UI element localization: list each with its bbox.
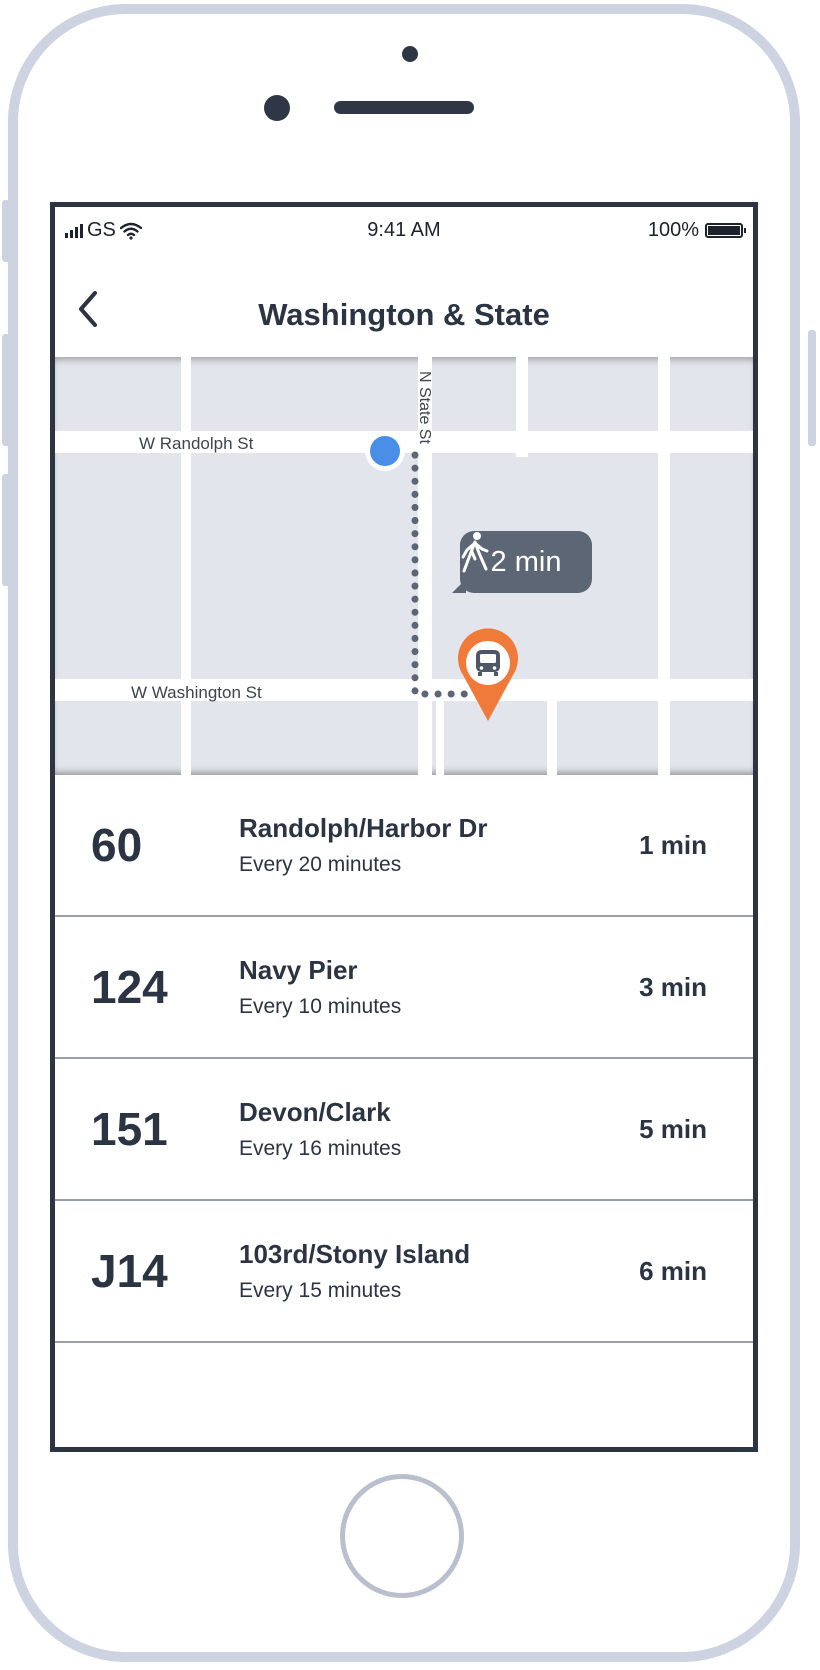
battery-percent: 100% — [647, 219, 699, 241]
street-label-randolph: W Randolph St — [139, 434, 254, 453]
status-right: 100% — [647, 219, 746, 242]
road-avenue-4 — [658, 357, 670, 775]
route-eta: 6 min — [639, 1256, 707, 1286]
route-name: Devon/Clark — [239, 1097, 391, 1127]
status-bar: GS 9:41 AM 100% — [55, 207, 753, 257]
walk-time-label: 2 min — [490, 545, 562, 578]
page-title: Washington & State — [258, 297, 550, 332]
earpiece-speaker — [334, 101, 474, 114]
route-row[interactable]: 124 Navy Pier Every 10 minutes 3 min — [55, 917, 753, 1059]
route-number: 60 — [91, 819, 143, 871]
street-label-washington: W Washington St — [131, 683, 262, 702]
power-button — [808, 330, 816, 446]
route-number: 151 — [91, 1103, 168, 1155]
home-button[interactable] — [340, 1474, 464, 1598]
route-number: 124 — [91, 961, 168, 1013]
road-alley-2 — [547, 701, 557, 775]
mute-switch — [2, 200, 10, 262]
street-label-state: N State St — [416, 371, 433, 444]
route-list: 60 Randolph/Harbor Dr Every 20 minutes 1 mi… — [55, 775, 753, 1343]
screen: GS 9:41 AM 100% Washington & State W Ran… — [50, 202, 758, 1452]
route-eta: 1 min — [639, 830, 707, 860]
user-location-dot — [370, 436, 400, 466]
battery-fill — [708, 226, 740, 235]
route-frequency: Every 15 minutes — [239, 1279, 402, 1302]
route-name: Randolph/Harbor Dr — [239, 813, 488, 843]
proximity-sensor — [402, 46, 418, 62]
map-view[interactable]: W Randolph St W Washington St N State St — [55, 357, 753, 775]
road-avenue-3 — [516, 357, 528, 457]
route-frequency: Every 10 minutes — [239, 995, 402, 1018]
battery-icon — [705, 223, 746, 238]
route-row[interactable]: 151 Devon/Clark Every 16 minutes 5 min — [55, 1059, 753, 1201]
route-name: Navy Pier — [239, 955, 358, 985]
route-row[interactable]: J14 103rd/Stony Island Every 15 minutes 6 m… — [55, 1201, 753, 1343]
road-alley-1 — [436, 701, 444, 775]
route-number: J14 — [91, 1245, 168, 1297]
route-eta: 3 min — [639, 972, 707, 1002]
map-canvas: W Randolph St W Washington St N State St — [55, 357, 753, 775]
nav-bar: Washington & State — [55, 257, 753, 357]
walking-person-icon — [461, 532, 489, 573]
route-frequency: Every 20 minutes — [239, 853, 402, 876]
route-name: 103rd/Stony Island — [239, 1239, 471, 1269]
route-frequency: Every 16 minutes — [239, 1137, 402, 1160]
volume-up-button — [2, 334, 10, 446]
route-eta: 5 min — [639, 1114, 707, 1144]
front-camera — [264, 95, 290, 121]
bus-stop-pin[interactable] — [458, 628, 518, 721]
route-row[interactable]: 60 Randolph/Harbor Dr Every 20 minutes 1 mi… — [55, 775, 753, 917]
walk-time-bubble: 2 min — [452, 531, 592, 593]
road-avenue-1 — [181, 357, 191, 775]
volume-down-button — [2, 474, 10, 586]
